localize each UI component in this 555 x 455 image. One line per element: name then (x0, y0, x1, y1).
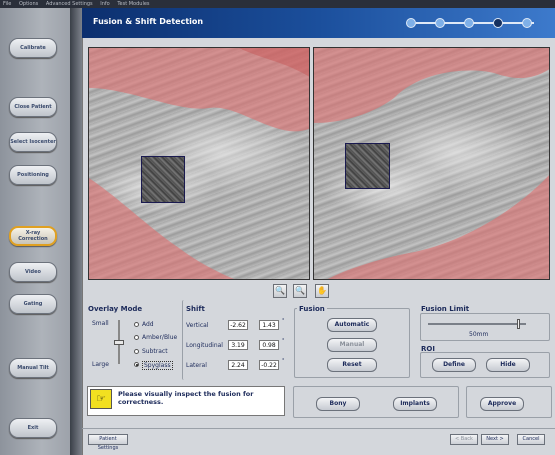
menu-advanced-settings[interactable]: Advanced Settings (46, 1, 93, 7)
shift-lateral-value: 2.24 (228, 360, 248, 370)
fusion-automatic-button[interactable]: Automatic (327, 318, 377, 332)
roi-box-left[interactable] (141, 156, 185, 203)
zoom-in-icon[interactable]: 🔍 (273, 284, 287, 298)
overlay-size-slider-handle[interactable] (114, 340, 124, 345)
pointing-hand-icon: ☞ (90, 389, 112, 409)
shift-lateral-unit: ° (282, 358, 285, 364)
shift-title: Shift (186, 305, 205, 313)
roi-hide-button[interactable]: Hide (486, 358, 530, 372)
sidebar-item-manual-tilt[interactable]: Manual Tilt (9, 358, 57, 378)
workflow-step-3 (464, 18, 474, 28)
shift-label-longitudinal: Longitudinal (186, 342, 223, 349)
workflow-progress (406, 16, 538, 30)
fusion-limit-title: Fusion Limit (421, 305, 470, 313)
overlay-radio-amber-blue[interactable] (134, 335, 139, 340)
bony-button[interactable]: Bony (316, 397, 360, 411)
menu-options[interactable]: Options (19, 1, 38, 7)
sidebar-divider (70, 8, 82, 455)
menu-test-modules[interactable]: Test Modules (117, 1, 149, 7)
menu-info[interactable]: Info (100, 1, 109, 7)
workflow-step-5 (522, 18, 532, 28)
overlay-radio-add[interactable] (134, 322, 139, 327)
overlay-left (89, 48, 309, 279)
workflow-step-1 (406, 18, 416, 28)
message-text: Please visually inspect the fusion for c… (118, 390, 254, 406)
overlay-option-add: Add (142, 321, 154, 328)
overlay-option-spyglass: Spyglass (142, 361, 173, 370)
approve-button[interactable]: Approve (480, 397, 524, 411)
sidebar-item-video[interactable]: Video (9, 262, 57, 282)
workflow-track (416, 22, 534, 24)
zoom-out-icon[interactable]: 🔍 (293, 284, 307, 298)
sidebar-item-calibrate[interactable]: Calibrate (9, 38, 57, 58)
overlay-mode-title: Overlay Mode (88, 305, 143, 313)
roi-box-right[interactable] (345, 143, 390, 189)
xray-view-right[interactable] (313, 47, 550, 280)
shift-label-lateral: Lateral (186, 362, 207, 369)
shift-longitudinal-value: 3.19 (228, 340, 248, 350)
page-title: Fusion & Shift Detection (93, 17, 204, 26)
roi-define-button[interactable]: Define (432, 358, 476, 372)
shift-longitudinal-rotation: 0.98 (259, 340, 279, 350)
patient-settings-button[interactable]: Patient Settings (88, 434, 128, 451)
pan-hand-icon[interactable]: ✋ (315, 284, 329, 298)
sidebar-item-positioning[interactable]: Positioning (9, 165, 57, 185)
shift-label-vertical: Vertical (186, 322, 209, 329)
sidebar-item-close-patient[interactable]: Close Patient (9, 97, 57, 117)
menu-file[interactable]: File (3, 1, 11, 7)
workflow-step-2 (435, 18, 445, 28)
overlay-option-amber-blue: Amber/Blue (142, 334, 178, 341)
sidebar: Calibrate Close Patient Select Isocenter… (0, 8, 70, 455)
workflow-step-4 (493, 18, 503, 28)
overlay-region-top (314, 48, 549, 123)
fusion-limit-slider-track[interactable] (428, 323, 526, 325)
xray-view-left[interactable] (88, 47, 310, 280)
sidebar-item-exit[interactable]: Exit (9, 418, 57, 438)
overlay-region-bottom-right (327, 175, 549, 279)
sidebar-item-select-isocenter[interactable]: Select Isocenter (9, 132, 57, 152)
fusion-title: Fusion (297, 305, 327, 313)
fusion-limit-value: 50mm (469, 331, 489, 338)
overlay-radio-subtract[interactable] (134, 349, 139, 354)
shift-lateral-rotation: -0.22 (259, 360, 279, 370)
shift-longitudinal-unit: ° (282, 338, 285, 344)
fusion-manual-button[interactable]: Manual (327, 338, 377, 352)
overlay-size-small-label: Small (92, 320, 109, 327)
shift-vertical-value: -2.62 (228, 320, 248, 330)
overlay-size-large-label: Large (92, 361, 109, 368)
shift-vertical-rotation: 1.43 (259, 320, 279, 330)
fusion-reset-button[interactable]: Reset (327, 358, 377, 372)
cancel-button[interactable]: Cancel (517, 434, 545, 445)
sidebar-item-xray-correction[interactable]: X-ray Correction (9, 226, 57, 246)
fusion-limit-slider-handle[interactable] (517, 319, 521, 329)
next-button[interactable]: Next > (481, 434, 509, 445)
back-button[interactable]: < Back (450, 434, 478, 445)
overlay-option-subtract: Subtract (142, 348, 168, 355)
overlay-radio-spyglass[interactable] (134, 362, 139, 367)
implants-button[interactable]: Implants (393, 397, 437, 411)
menu-bar: File Options Advanced Settings Info Test… (0, 0, 555, 8)
footer-divider (82, 428, 555, 429)
shift-vertical-unit: ° (282, 318, 285, 324)
sidebar-item-gating[interactable]: Gating (9, 294, 57, 314)
